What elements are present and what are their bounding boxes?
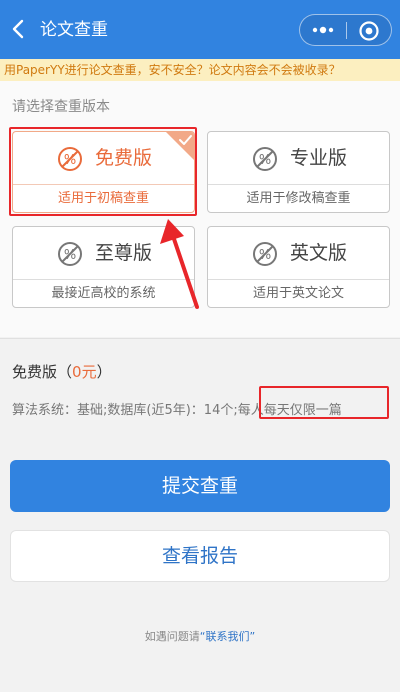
navbar: 论文查重: [0, 0, 400, 59]
selected-check-icon: [166, 132, 194, 160]
view-report-button[interactable]: 查看报告: [10, 530, 390, 582]
plan-algo-text: 算法系统：基础;数据库(近5年)：14个;: [12, 403, 238, 418]
contact-us-text: 联系我们: [205, 630, 250, 643]
more-dots-icon[interactable]: [310, 21, 336, 39]
version-option-english[interactable]: % 英文版 适用于英文论文: [207, 226, 390, 308]
capsule-divider: [346, 22, 347, 39]
version-option-free[interactable]: % 免费版 适用于初稿查重: [12, 131, 195, 213]
plan-algo: 算法系统：基础;数据库(近5年)：14个;每人每天仅限一篇: [12, 399, 342, 418]
option-name: 免费版: [95, 147, 153, 169]
chevron-left-icon[interactable]: [6, 14, 32, 44]
option-name: 至尊版: [95, 242, 153, 264]
plan-name: 免费版: [12, 363, 58, 381]
version-option-pro[interactable]: % 专业版 适用于修改稿查重: [207, 131, 390, 213]
no-copy-icon: %: [253, 242, 277, 266]
submit-check-button[interactable]: 提交查重: [10, 460, 390, 512]
footer-prefix: 如遇问题请: [144, 630, 200, 643]
plan-price: 0元: [72, 363, 97, 381]
plan-open-paren: （: [57, 363, 73, 381]
option-desc: 最接近高校的系统: [13, 279, 194, 307]
page-title: 论文查重: [40, 20, 108, 40]
option-name: 专业版: [290, 147, 348, 169]
no-copy-icon: %: [253, 147, 277, 171]
option-desc: 适用于修改稿查重: [208, 184, 389, 212]
option-desc: 适用于初稿查重: [13, 184, 194, 212]
option-desc: 适用于英文论文: [208, 279, 389, 307]
option-top: % 至尊版: [13, 227, 194, 279]
plan-info: 免费版（0元） 算法系统：基础;数据库(近5年)：14个;每人每天仅限一篇: [0, 338, 400, 434]
version-option-premium[interactable]: % 至尊版 最接近高校的系统: [12, 226, 195, 308]
plan-title: 免费版（0元）: [12, 361, 112, 382]
version-section-label: 请选择查重版本: [12, 99, 110, 115]
plan-limit: 每人每天仅限一篇: [237, 403, 342, 418]
option-name: 英文版: [290, 242, 348, 264]
footer-contact: 如遇问题请“联系我们”: [0, 628, 400, 644]
quote-close: ”: [249, 630, 256, 643]
plan-close-paren: ）: [96, 363, 112, 381]
mini-program-capsule: [299, 14, 392, 46]
target-close-icon[interactable]: [358, 20, 380, 42]
notice-banner[interactable]: 用PaperYY进行论文查重，安不安全？论文内容会不会被收录？: [0, 59, 400, 81]
no-copy-icon: %: [58, 242, 82, 266]
no-copy-icon: %: [58, 147, 82, 171]
option-top: % 英文版: [208, 227, 389, 279]
option-top: % 专业版: [208, 132, 389, 184]
contact-us-link[interactable]: “联系我们”: [200, 630, 255, 643]
